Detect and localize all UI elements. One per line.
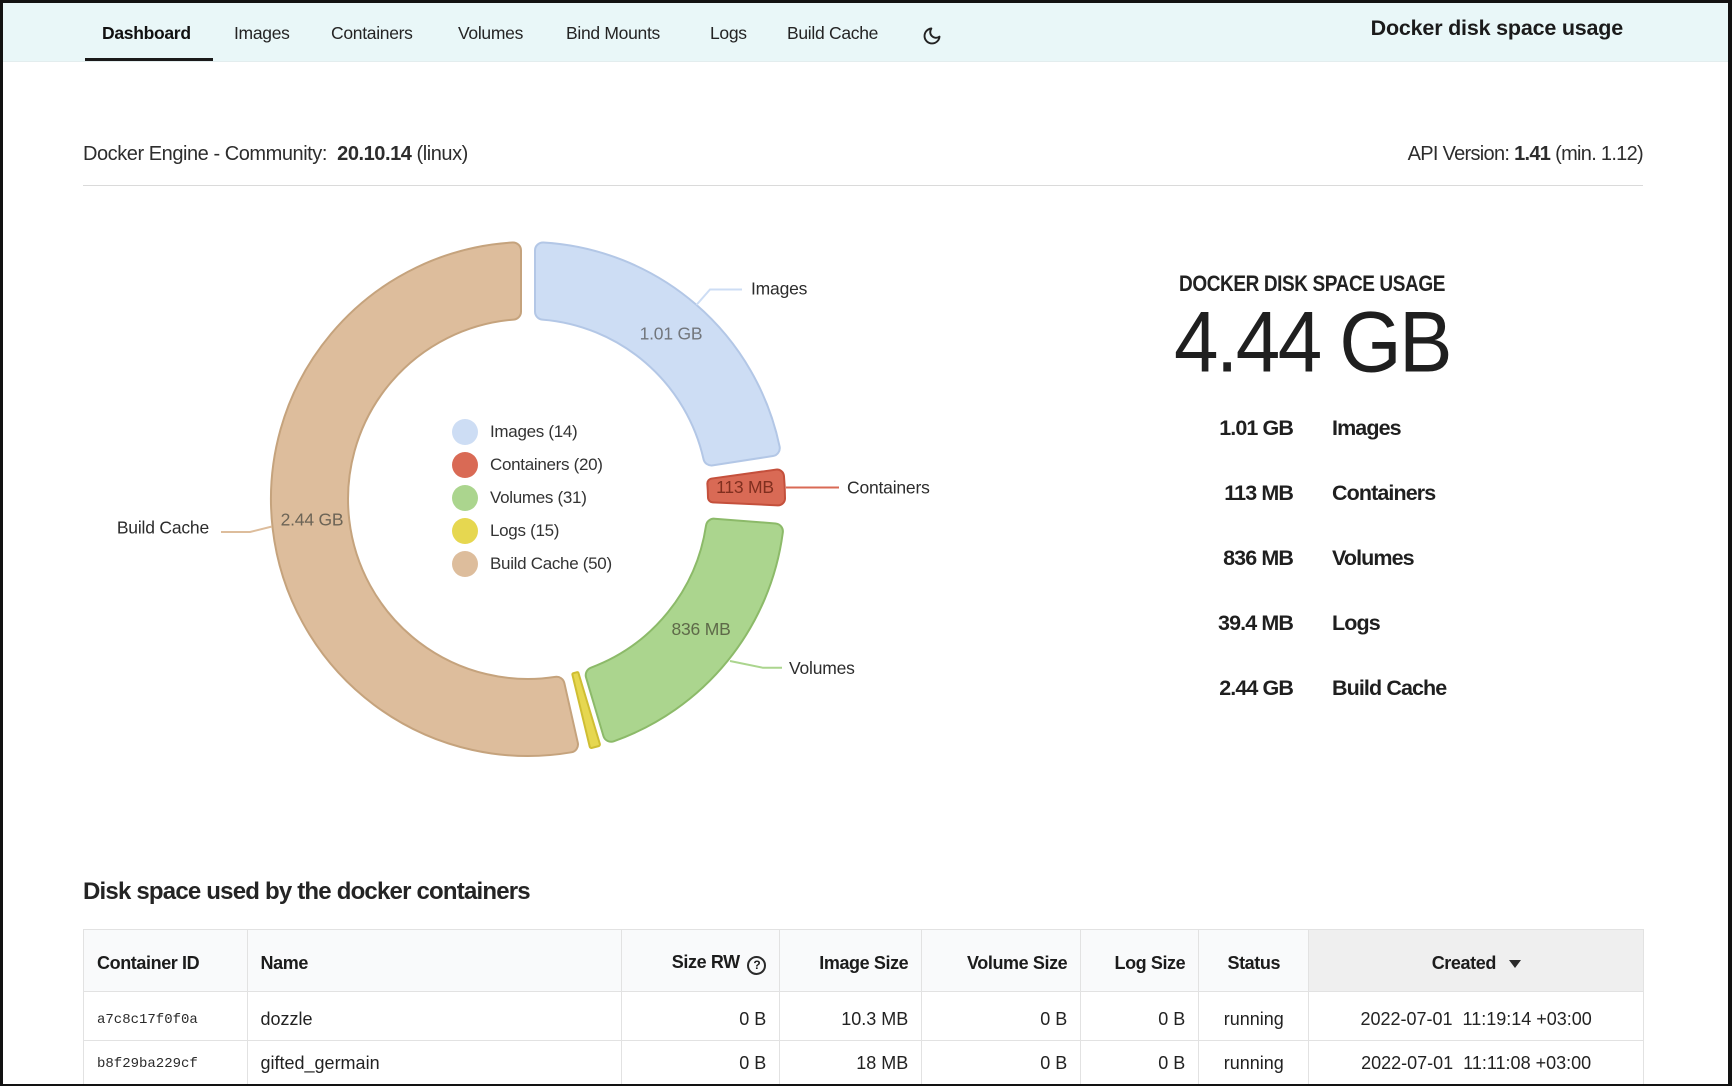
svg-text:Volumes: Volumes [789,658,855,678]
svg-text:Build Cache: Build Cache [117,518,209,538]
svg-text:836 MB: 836 MB [671,619,730,639]
svg-text:2.44 GB: 2.44 GB [281,510,344,530]
svg-text:1.01 GB: 1.01 GB [640,324,703,344]
svg-text:Containers: Containers [847,478,930,498]
svg-text:Images: Images [751,279,808,299]
svg-text:113 MB: 113 MB [716,477,774,497]
